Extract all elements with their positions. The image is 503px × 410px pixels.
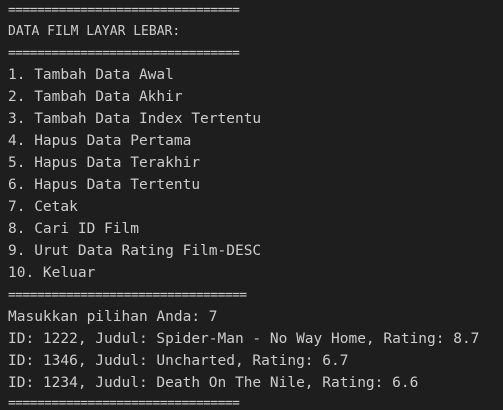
menu-item-1: 1. Tambah Data Awal <box>8 67 174 83</box>
result-line-2: ID: 1346, Judul: Uncharted, Rating: 6.7 <box>8 353 349 369</box>
menu-item-5: 5. Hapus Data Terakhir <box>8 155 201 171</box>
menu-header: DATA FILM LAYAR LEBAR: <box>8 24 181 39</box>
menu-item-4: 4. Hapus Data Pertama <box>8 133 192 149</box>
separator-menu: ================================= <box>8 288 247 303</box>
separator-header: ================================ <box>8 46 240 61</box>
menu-item-6: 6. Hapus Data Tertentu <box>8 177 201 193</box>
menu-item-7: 7. Cetak <box>8 199 78 215</box>
terminal-output[interactable]: ================================ DATA FI… <box>0 0 503 410</box>
result-line-3: ID: 1234, Judul: Death On The Nile, Rati… <box>8 375 419 391</box>
menu-item-3: 3. Tambah Data Index Tertentu <box>8 111 262 127</box>
separator-top: ================================ <box>8 3 240 18</box>
result-line-1: ID: 1222, Judul: Spider-Man - No Way Hom… <box>8 331 480 347</box>
input-prompt[interactable]: Masukkan pilihan Anda: 7 <box>8 306 218 328</box>
menu-item-9: 9. Urut Data Rating Film-DESC <box>8 243 262 259</box>
menu-item-10: 10. Keluar <box>8 265 96 281</box>
menu-item-2: 2. Tambah Data Akhir <box>8 89 183 105</box>
separator-bottom: ================================ <box>8 396 240 410</box>
menu-item-8: 8. Cari ID Film <box>8 221 139 237</box>
